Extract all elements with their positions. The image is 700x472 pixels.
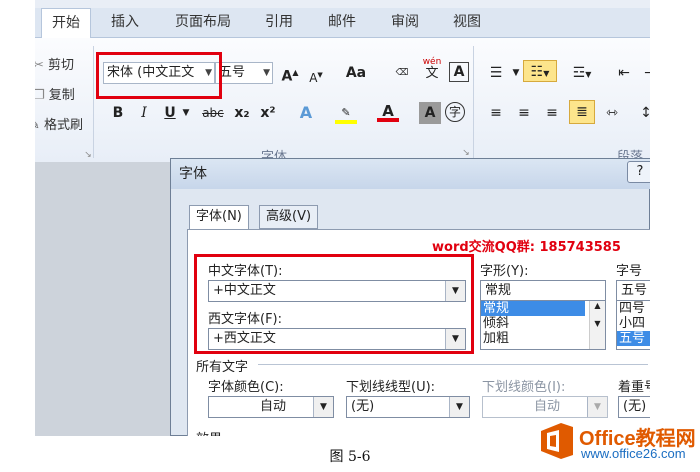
format-painter-button[interactable]: ✎ 格式刷 [35, 114, 83, 133]
help-button[interactable]: ? [627, 161, 650, 183]
list-item[interactable]: 小四 [617, 316, 650, 331]
decrease-indent-icon[interactable]: ⇤ [613, 62, 635, 84]
font-color-button[interactable]: A [377, 100, 399, 122]
chevron-down-icon[interactable]: ▼ [175, 102, 197, 124]
style-list[interactable]: 常规 倾斜 加粗 ▲ ▼ [480, 300, 606, 350]
tab-font[interactable]: 字体(N) [189, 205, 249, 230]
highlight-button[interactable]: ✎ [335, 102, 357, 124]
size-label: 字号 [616, 264, 643, 279]
emphasis-select[interactable]: (无) [618, 396, 650, 418]
align-center-icon[interactable]: ≡ [513, 102, 535, 124]
qq-group-annotation: word交流QQ群: 185743585 [432, 240, 621, 255]
underline-color-select[interactable]: 自动 ▼ [482, 396, 608, 418]
distribute-icon[interactable]: ⇿ [601, 102, 623, 124]
office26-logo: Office教程网 www.office26.com [537, 418, 697, 464]
brush-icon: ✎ [35, 118, 40, 133]
enclose-char-button[interactable]: 字 [445, 102, 465, 122]
document-background [35, 162, 170, 436]
emphasis-label: 着重号 [618, 380, 650, 395]
chevron-down-icon: ▼ [263, 68, 270, 78]
underline-style-label: 下划线线型(U): [346, 380, 436, 395]
font-color-label: 字体颜色(C): [208, 380, 284, 395]
all-text-label: 所有文字 [196, 360, 249, 375]
grow-font-button[interactable]: A▲ [279, 62, 301, 85]
divider [93, 46, 94, 158]
superscript-button[interactable]: x² [257, 102, 279, 124]
effects-label: 效果 [196, 428, 222, 436]
italic-button[interactable]: I [133, 102, 155, 124]
bullets-icon[interactable]: ☰ [485, 62, 507, 84]
font-tab-panel: word交流QQ群: 185743585 中文字体(T): +中文正文 ▼ 西文字… [187, 229, 650, 436]
line-spacing-icon[interactable]: ↕ [635, 102, 650, 124]
tab-references[interactable]: 引用 [265, 8, 293, 38]
justify-icon[interactable]: ≣ [569, 100, 595, 124]
text-effects-button[interactable]: A [295, 102, 317, 124]
bold-button[interactable]: B [107, 102, 129, 124]
screenshot: 开始 插入 页面布局 引用 邮件 审阅 视图 ✂ 剪切 ❐ 复制 ✎ 格式刷 ↘… [35, 0, 650, 436]
style-input[interactable]: 常规 [480, 280, 606, 302]
font-select-highlight [194, 254, 474, 354]
scissors-icon: ✂ [35, 58, 44, 73]
tab-page-layout[interactable]: 页面布局 [175, 8, 231, 38]
dialog-title: 字体 [171, 159, 650, 189]
chevron-down-icon: ▼ [449, 397, 469, 417]
multilevel-list-icon[interactable]: ☲▼ [565, 62, 599, 84]
divider [473, 46, 474, 158]
phonetic-guide-button[interactable]: wén 文 [421, 56, 443, 80]
chevron-down-icon: ▼ [587, 397, 607, 417]
font-name-highlight [96, 52, 222, 99]
list-item[interactable]: 常规 [481, 301, 585, 316]
style-label: 字形(Y): [480, 264, 529, 279]
size-list[interactable]: 四号 小四 五号 [616, 300, 650, 350]
copy-button[interactable]: ❐ 复制 [35, 84, 75, 103]
underline-style-select[interactable]: (无) ▼ [346, 396, 470, 418]
font-size-combo[interactable]: 五号 ▼ [215, 62, 273, 84]
list-item[interactable]: 四号 [617, 301, 650, 316]
ribbon: ✂ 剪切 ❐ 复制 ✎ 格式刷 ↘ 宋体 (中文正文▼ 五号▼ A▲ A▼ Aa… [35, 38, 650, 165]
change-case-button[interactable]: Aa [341, 62, 371, 84]
tab-advanced[interactable]: 高级(V) [259, 205, 319, 229]
align-left-icon[interactable]: ≡ [485, 102, 507, 124]
subscript-button[interactable]: x₂ [231, 102, 253, 124]
list-item[interactable]: 五号 [617, 331, 650, 346]
strikethrough-button[interactable]: abc [199, 102, 227, 124]
office-logo-icon [541, 423, 573, 459]
ribbon-tab-bar: 开始 插入 页面布局 引用 邮件 审阅 视图 [35, 8, 650, 39]
tab-view[interactable]: 视图 [453, 8, 481, 38]
logo-url: www.office26.com [581, 446, 686, 461]
highlighter-icon: ✎ [341, 106, 351, 119]
char-border-button[interactable]: A [449, 62, 469, 82]
chevron-down-icon: ▼ [313, 397, 333, 417]
char-shading-button[interactable]: A [419, 102, 441, 124]
tab-mailings[interactable]: 邮件 [328, 8, 356, 38]
shrink-font-button[interactable]: A▼ [305, 64, 327, 86]
size-input[interactable]: 五号 [616, 280, 650, 302]
divider [258, 364, 648, 365]
increase-indent-icon[interactable]: ⇥ [639, 62, 650, 84]
tab-home[interactable]: 开始 [41, 8, 91, 39]
cut-button[interactable]: ✂ 剪切 [35, 54, 74, 73]
tab-insert[interactable]: 插入 [111, 8, 139, 38]
font-dialog: 字体 ? 字体(N) 高级(V) word交流QQ群: 185743585 中文… [170, 158, 650, 436]
clear-format-icon[interactable]: ⌫ [391, 62, 413, 84]
underline-color-label: 下划线颜色(I): [482, 380, 566, 395]
scrollbar[interactable]: ▲ ▼ [589, 301, 605, 349]
align-right-icon[interactable]: ≡ [541, 102, 563, 124]
font-color-select[interactable]: 自动 ▼ [208, 396, 334, 418]
tab-review[interactable]: 审阅 [391, 8, 419, 38]
numbering-button[interactable]: ☷▼ [523, 60, 557, 82]
list-item[interactable]: 加粗 [481, 331, 605, 346]
list-item[interactable]: 倾斜 [481, 316, 605, 331]
copy-icon: ❐ [35, 88, 45, 103]
